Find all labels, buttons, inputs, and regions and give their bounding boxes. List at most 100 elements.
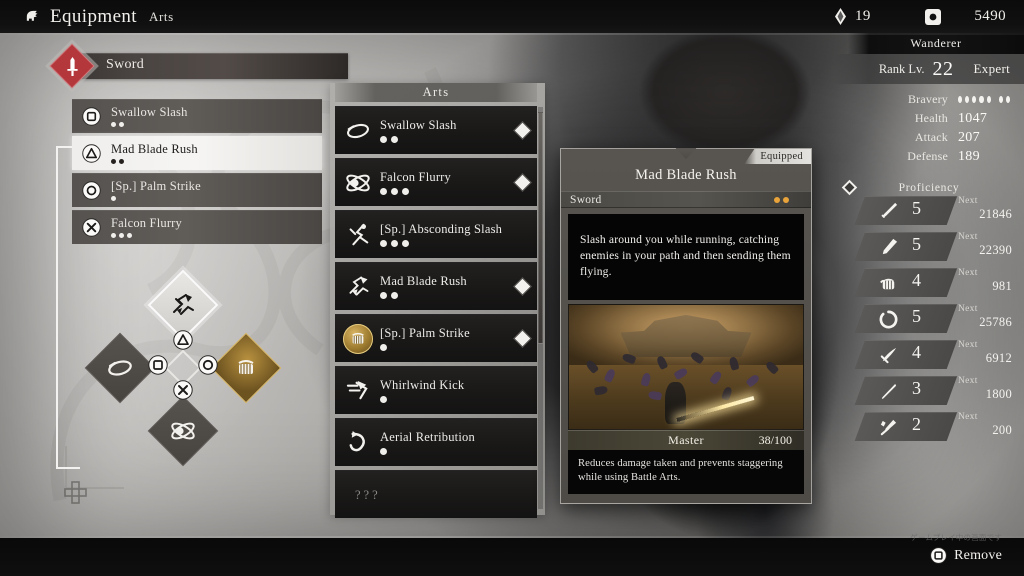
currency-coin: 5490 bbox=[925, 8, 1006, 25]
equipped-art-name: Mad Blade Rush bbox=[111, 142, 198, 156]
cluster-square-button-icon bbox=[148, 355, 168, 375]
proficiency-title: Proficiency bbox=[898, 182, 960, 194]
preview-castle bbox=[620, 314, 752, 358]
art-list-item-7[interactable]: ??? bbox=[335, 470, 537, 518]
ring-icon bbox=[879, 310, 898, 329]
art-cost bbox=[380, 188, 451, 195]
arts-panel: Arts Swallow Slash Falcon Flurry [Sp.] A… bbox=[330, 83, 545, 518]
detail-type-bar: Sword bbox=[561, 191, 811, 208]
art-cost bbox=[380, 396, 464, 403]
proficiency-row-0[interactable]: 5 Next 21846 bbox=[834, 196, 1024, 227]
proficiency-level: 5 bbox=[912, 306, 922, 326]
art-equipped-marker bbox=[513, 173, 532, 192]
art-name: Whirlwind Kick bbox=[380, 378, 465, 392]
class-title-banner: Wanderer bbox=[848, 33, 1024, 54]
character-stats-panel: Wanderer Rank Lv. 22 Expert Bravery Heal… bbox=[834, 33, 1024, 463]
swallow-slash-icon bbox=[108, 360, 132, 376]
fist-icon bbox=[880, 278, 895, 290]
stat-name: Defense bbox=[907, 149, 948, 163]
cluster-slot-circle[interactable] bbox=[210, 332, 282, 404]
stat-row-bravery: Bravery bbox=[834, 90, 1024, 109]
coin-count: 5490 bbox=[974, 8, 1006, 24]
cluster-circle-button-icon bbox=[198, 355, 218, 375]
gem-icon bbox=[835, 8, 846, 25]
circle-button-icon bbox=[82, 181, 101, 200]
weapon-header-label: Sword bbox=[106, 57, 145, 72]
weapon-header[interactable]: Sword bbox=[49, 43, 348, 89]
detail-cost-dots bbox=[774, 196, 789, 203]
stat-name: Health bbox=[914, 111, 948, 125]
art-cost bbox=[380, 136, 457, 143]
proficiency-next-value: 21846 bbox=[979, 207, 1012, 221]
art-equipped-marker bbox=[513, 329, 532, 348]
equipped-art-row-2[interactable]: [Sp.] Palm Strike bbox=[72, 173, 322, 207]
palm-strike-icon bbox=[238, 360, 254, 374]
helm-icon bbox=[26, 10, 38, 21]
remove-button[interactable]: Remove bbox=[930, 547, 1002, 564]
arts-scrollbar-thumb[interactable] bbox=[538, 112, 543, 344]
proficiency-next-value: 981 bbox=[992, 279, 1012, 293]
art-assignment-cluster bbox=[84, 269, 282, 473]
art-list-item-4[interactable]: [Sp.] Palm Strike bbox=[335, 314, 537, 362]
art-list-item-2[interactable]: [Sp.] Absconding Slash bbox=[335, 210, 537, 258]
art-cost bbox=[380, 448, 475, 455]
cluster-slot-square[interactable] bbox=[84, 332, 156, 404]
art-list-item-3[interactable]: Mad Blade Rush bbox=[335, 262, 537, 310]
palm-strike-icon bbox=[343, 323, 373, 354]
proficiency-row-2[interactable]: 4 Next 981 bbox=[834, 268, 1024, 299]
art-list-item-5[interactable]: Whirlwind Kick bbox=[335, 366, 537, 414]
katana-icon bbox=[881, 202, 898, 218]
swallow-slash-icon bbox=[343, 116, 373, 146]
detail-preview-image bbox=[568, 304, 804, 430]
art-list-item-0[interactable]: Swallow Slash bbox=[335, 106, 537, 154]
equipped-art-row-1[interactable]: Mad Blade Rush bbox=[72, 136, 322, 170]
mastery-label: Master bbox=[668, 433, 704, 447]
equipped-art-name: [Sp.] Palm Strike bbox=[111, 179, 201, 193]
proficiency-next-label: Next bbox=[958, 196, 978, 206]
equipped-art-cost bbox=[111, 159, 198, 164]
equipped-art-name: Falcon Flurry bbox=[111, 216, 182, 230]
proficiency-next-value: 200 bbox=[992, 423, 1012, 437]
proficiency-row-5[interactable]: 3 Next 1800 bbox=[834, 376, 1024, 407]
proficiency-chip bbox=[854, 268, 958, 297]
gem-count: 19 bbox=[855, 8, 871, 24]
greatsword-icon bbox=[882, 238, 898, 255]
arts-panel-title: Arts bbox=[335, 83, 537, 102]
page-subtitle: Arts bbox=[148, 8, 174, 24]
arts-scrollbar-track[interactable] bbox=[538, 107, 543, 509]
art-cost bbox=[380, 240, 502, 247]
proficiency-next-value: 25786 bbox=[979, 315, 1012, 329]
proficiency-row-4[interactable]: 4 Next 6912 bbox=[834, 340, 1024, 371]
art-name-locked: ??? bbox=[355, 487, 381, 502]
proficiency-row-6[interactable]: 2 Next 200 bbox=[834, 412, 1024, 443]
rank-value: 22 bbox=[932, 57, 954, 80]
proficiency-chip bbox=[854, 304, 958, 333]
cluster-slot-cross[interactable] bbox=[147, 395, 219, 467]
art-list-item-1[interactable]: Falcon Flurry bbox=[335, 158, 537, 206]
remove-button-label: Remove bbox=[954, 547, 1002, 563]
art-name: Swallow Slash bbox=[380, 118, 457, 132]
proficiency-level: 3 bbox=[912, 378, 922, 398]
stat-row-attack: Attack 207 bbox=[834, 128, 1024, 147]
detail-description: Slash around you while running, catching… bbox=[568, 214, 804, 300]
art-name: Mad Blade Rush bbox=[380, 274, 467, 288]
proficiency-row-1[interactable]: 5 Next 22390 bbox=[834, 232, 1024, 263]
proficiency-next-value: 6912 bbox=[985, 351, 1012, 365]
equipped-art-row-0[interactable]: Swallow Slash bbox=[72, 99, 322, 133]
art-name: Falcon Flurry bbox=[380, 170, 451, 184]
art-name: [Sp.] Absconding Slash bbox=[380, 222, 503, 236]
currency-tray: 19 5490 bbox=[835, 0, 1006, 33]
equipped-art-row-3[interactable]: Falcon Flurry bbox=[72, 210, 322, 244]
detail-weapon-type: Sword bbox=[570, 193, 602, 206]
detail-mastery-effect: Reduces damage taken and prevents stagge… bbox=[568, 450, 804, 494]
stat-name: Attack bbox=[914, 130, 948, 144]
spear-icon bbox=[881, 383, 897, 400]
art-list-item-6[interactable]: Aerial Retribution bbox=[335, 418, 537, 466]
bottom-bar: ゲームプレイ中の画面です Remove bbox=[0, 533, 1024, 576]
art-name: [Sp.] Palm Strike bbox=[380, 326, 470, 340]
rank-label: Rank Lv. bbox=[878, 61, 925, 76]
proficiency-row-3[interactable]: 5 Next 25786 bbox=[834, 304, 1024, 335]
proficiency-marker-icon bbox=[841, 179, 858, 196]
square-button-icon bbox=[930, 547, 947, 564]
proficiency-next-label: Next bbox=[958, 268, 978, 278]
